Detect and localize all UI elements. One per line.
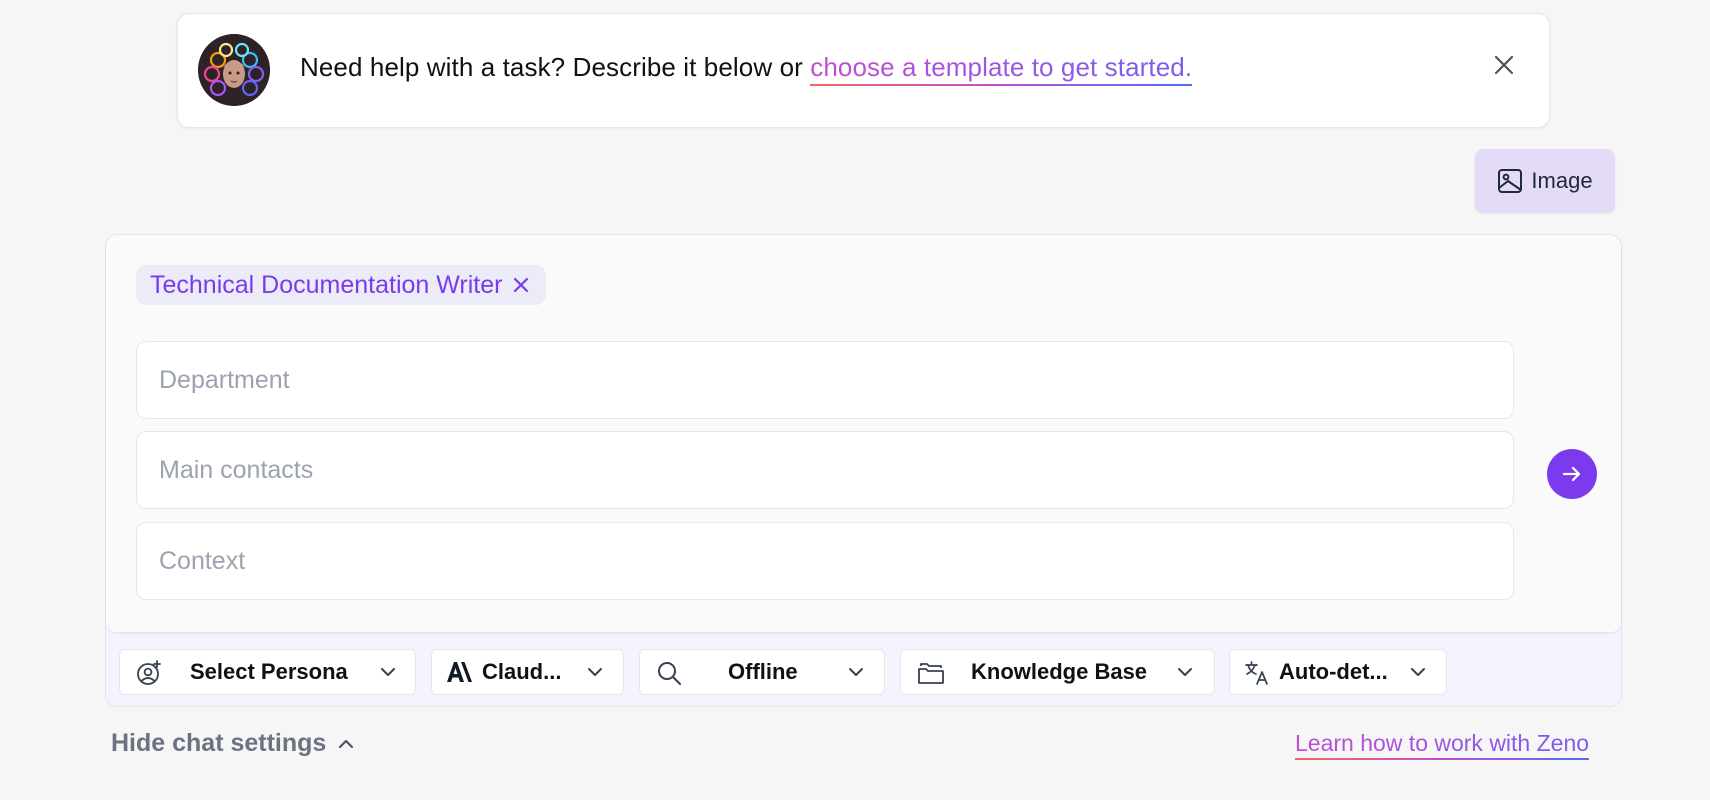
knowledge-base-dropdown-label: Knowledge Base [971,659,1148,684]
persona-chip-label: Technical Documentation Writer [150,270,503,299]
persona-dropdown[interactable]: Select Persona [119,649,416,695]
chevron-up-icon [336,734,356,754]
anthropic-icon [446,661,474,683]
chevron-down-icon [1175,662,1195,682]
image-button[interactable]: Image [1475,149,1615,213]
chevron-down-icon [378,662,398,682]
chevron-down-icon [846,662,866,682]
search-icon [656,660,682,686]
ai-assistant-avatar [198,34,270,106]
image-button-label: Image [1531,168,1593,193]
learn-zeno-link[interactable]: Learn how to work with Zeno [1295,730,1590,760]
web-search-dropdown-label: Offline [728,659,798,684]
help-banner: Need help with a task? Describe it below… [177,13,1550,128]
persona-dropdown-label: Select Persona [190,659,348,684]
chat-composer: Technical Documentation Writer Departmen… [105,234,1622,707]
model-dropdown-label: Claud... [482,659,562,684]
close-icon[interactable] [512,276,530,294]
send-button[interactable] [1547,449,1597,499]
context-field[interactable] [136,522,1514,600]
folder-icon [917,660,945,686]
model-dropdown[interactable]: Claud... [431,649,624,695]
hide-chat-settings-label: Hide chat settings [111,729,327,757]
chevron-down-icon [1408,662,1428,682]
web-search-dropdown[interactable]: Offline [639,649,885,695]
banner-message: Need help with a task? Describe it below… [300,52,1193,86]
main-contacts-field[interactable] [136,431,1514,509]
persona-chip: Technical Documentation Writer [136,265,547,305]
persona-icon [136,660,162,686]
knowledge-base-dropdown[interactable]: Knowledge Base [900,649,1215,695]
chevron-down-icon [585,662,605,682]
language-dropdown[interactable]: Auto-det... [1229,649,1447,695]
close-icon[interactable] [1489,50,1519,80]
banner-text: Need help with a task? Describe it below… [300,52,811,82]
choose-template-link[interactable]: choose a template to get started. [810,52,1193,86]
prompt-form: Technical Documentation Writer [106,235,1621,633]
image-icon [1497,168,1523,194]
translate-icon [1244,660,1270,686]
arrow-right-icon [1560,462,1584,486]
hide-chat-settings-toggle[interactable]: Hide chat settings [111,729,356,758]
language-dropdown-label: Auto-det... [1279,659,1388,684]
department-field[interactable] [136,341,1514,419]
